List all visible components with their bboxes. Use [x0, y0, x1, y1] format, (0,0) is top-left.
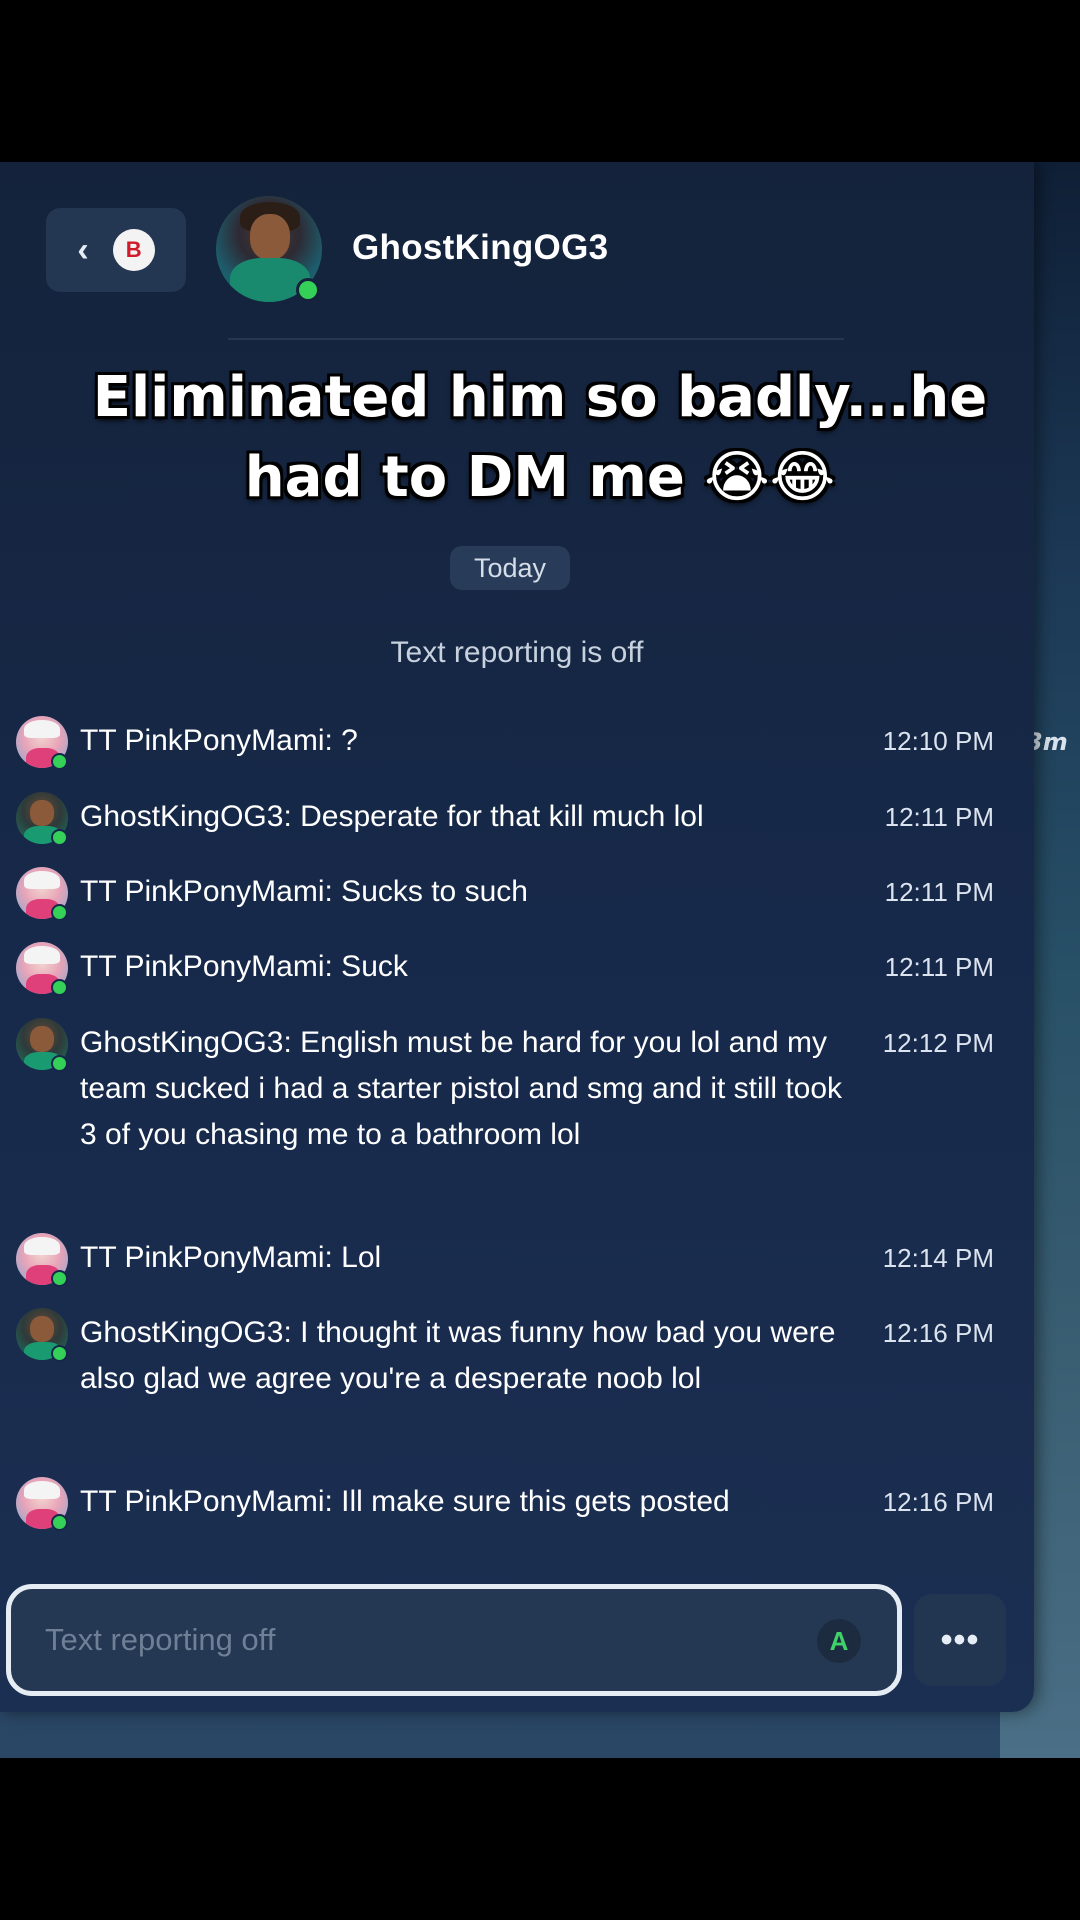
conversation-title: GhostKingOG3: [352, 228, 609, 267]
controller-a-icon: A: [817, 1619, 861, 1663]
message-time: 12:11 PM: [884, 877, 994, 907]
online-status-icon: [51, 829, 68, 846]
online-status-icon: [296, 278, 320, 302]
online-status-icon: [51, 1270, 68, 1287]
online-status-icon: [51, 753, 68, 770]
message-text: GhostKingOG3: Desperate for that kill mu…: [80, 800, 704, 833]
message-time: 12:14 PM: [882, 1243, 994, 1273]
message-text: TT PinkPonyMami: Suck: [80, 950, 408, 983]
caption-line-1: Eliminated him so badly...he: [92, 365, 988, 430]
controller-b-icon: B: [112, 229, 155, 271]
message-text: TT PinkPonyMami: ?: [80, 724, 358, 757]
back-button[interactable]: ‹ B: [46, 208, 186, 292]
online-status-icon: [51, 1514, 68, 1531]
reporting-notice: Text reporting is off: [390, 636, 644, 669]
message-time: 12:16 PM: [882, 1487, 994, 1517]
message-input-box[interactable]: A: [6, 1584, 902, 1696]
message-time: 12:11 PM: [884, 952, 994, 982]
message-time: 12:12 PM: [882, 1028, 994, 1058]
message-text: GhostKingOG3: English must be hard for y…: [80, 1026, 843, 1151]
message-input[interactable]: [45, 1611, 785, 1669]
online-status-icon: [51, 1055, 68, 1072]
message-text: TT PinkPonyMami: Ill make sure this gets…: [80, 1485, 730, 1518]
message-text: TT PinkPonyMami: Lol: [80, 1241, 382, 1274]
header-divider: [228, 338, 844, 340]
message-time: 12:11 PM: [884, 802, 994, 832]
chevron-left-icon: ‹: [77, 231, 89, 269]
online-status-icon: [51, 904, 68, 921]
online-status-icon: [51, 979, 68, 996]
app-stage: 3m ‹ B GhostKingOG3 Today Text reporting…: [0, 162, 1080, 1758]
date-separator: Today: [450, 546, 570, 590]
caption-line-2: had to DM me 😭😂: [244, 445, 836, 510]
message-time: 12:16 PM: [882, 1318, 994, 1348]
video-caption: Eliminated him so badly...he had to DM m…: [40, 358, 1040, 518]
message-text: TT PinkPonyMami: Sucks to such: [80, 875, 528, 908]
online-status-icon: [51, 1345, 68, 1362]
more-options-button[interactable]: •••: [914, 1594, 1006, 1686]
message-time: 12:10 PM: [882, 726, 994, 756]
message-text: GhostKingOG3: I thought it was funny how…: [80, 1316, 836, 1395]
